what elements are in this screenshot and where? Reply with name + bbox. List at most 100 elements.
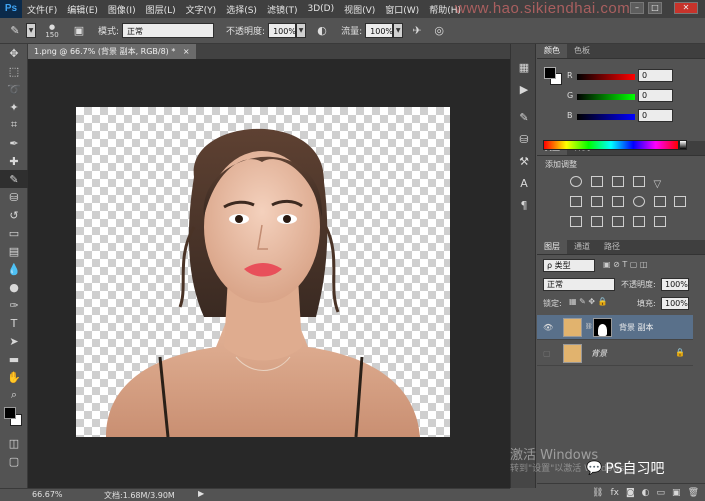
layer-filter-select[interactable]: ρ 类型 [543,259,595,272]
clone-source-icon[interactable]: ⛁ [511,128,537,150]
vibrance-icon[interactable]: ▽ [654,180,666,191]
red-slider[interactable] [577,74,635,80]
blue-slider[interactable] [577,114,635,120]
maximize-button[interactable]: □ [648,2,662,14]
pressure-size-icon[interactable]: ◎ [431,23,447,39]
lasso-tool-icon[interactable]: ➰ [0,80,28,98]
color-balance-icon[interactable] [590,196,603,207]
menu-select[interactable]: 选择(S) [221,3,262,16]
tab-channels[interactable]: 通道 [567,240,597,254]
menu-window[interactable]: 窗口(W) [380,3,424,16]
brush-preset-picker[interactable]: ● 150 [39,23,65,39]
blur-tool-icon[interactable]: 💧 [0,260,28,278]
lock-icons[interactable]: ▦ ✎ ✥ 🔒 [569,297,608,306]
quick-select-tool-icon[interactable]: ✦ [0,98,28,116]
green-value[interactable]: 0 [638,89,673,102]
eyedropper-tool-icon[interactable]: ✒ [0,134,28,152]
quick-mask-icon[interactable]: ◫ [0,434,28,452]
fill-input[interactable]: 100% [661,297,689,310]
tab-swatches[interactable]: 色板 [567,44,597,58]
color-lookup-icon[interactable] [674,196,687,207]
threshold-icon[interactable] [611,216,624,227]
path-select-tool-icon[interactable]: ➤ [0,332,28,350]
move-tool-icon[interactable]: ✥ [0,44,28,62]
opacity-input[interactable]: 100% [268,23,297,38]
opacity-dropdown[interactable]: ▼ [296,23,307,38]
document-canvas[interactable] [76,107,450,437]
layer-opacity-input[interactable]: 100% [661,278,689,291]
hue-saturation-icon[interactable] [570,196,582,207]
actions-panel-icon[interactable]: ▶ [511,78,537,100]
shape-tool-icon[interactable]: ▬ [0,350,28,368]
history-panel-icon[interactable]: ▦ [511,56,537,78]
brush-panel-toggle-icon[interactable]: ▣ [71,23,87,39]
menu-edit[interactable]: 编辑(E) [62,3,103,16]
tool-preset-dropdown[interactable]: ▼ [26,23,36,38]
dodge-tool-icon[interactable]: ● [0,278,28,296]
menu-3d[interactable]: 3D(D) [302,4,339,14]
brush-panel-icon[interactable]: ✎ [511,106,537,128]
pressure-opacity-icon[interactable]: ◐ [314,23,330,39]
layer-style-icon[interactable]: fx [610,488,619,498]
pen-tool-icon[interactable]: ✑ [0,296,28,314]
mode-select[interactable]: 正常 [122,23,215,38]
clone-stamp-tool-icon[interactable]: ⛁ [0,188,28,206]
eye-toggle-empty[interactable]: ▢ [543,349,551,358]
menu-image[interactable]: 图像(I) [103,3,141,16]
color-spectrum[interactable] [543,140,679,150]
tab-color[interactable]: 颜色 [537,44,567,58]
brush-tool-icon[interactable]: ✎ [7,23,23,39]
tab-layers[interactable]: 图层 [537,240,567,254]
document-tab-close[interactable]: × [183,47,190,56]
zoom-level[interactable]: 66.67% [32,490,63,499]
color-swatches[interactable] [0,404,27,434]
link-layers-icon[interactable]: ⛓ [592,488,603,498]
zoom-tool-icon[interactable]: ⌕ [0,386,28,404]
menu-view[interactable]: 视图(V) [339,3,380,16]
chain-icon[interactable]: ⛓ [585,323,593,330]
airbrush-icon[interactable]: ✈ [409,23,425,39]
red-value[interactable]: 0 [638,69,673,82]
crop-tool-icon[interactable]: ⌗ [0,116,28,134]
canvas-area[interactable] [28,59,510,488]
layer-mask-thumbnail[interactable] [593,318,612,337]
flow-dropdown[interactable]: ▼ [393,23,404,38]
layer-row-bg-copy[interactable]: 👁 ⛓ 背景 副本 [537,315,693,340]
marquee-tool-icon[interactable]: ⬚ [0,62,28,80]
healing-brush-tool-icon[interactable]: ✚ [0,152,28,170]
character-panel-icon[interactable]: A [511,172,537,194]
flow-input[interactable]: 100% [365,23,394,38]
photo-filter-icon[interactable] [632,196,645,207]
menu-filter[interactable]: 滤镜(T) [262,3,303,16]
curves-icon[interactable] [611,176,624,187]
menu-layer[interactable]: 图层(L) [141,3,181,16]
delete-layer-icon[interactable]: 🗑 [688,488,699,498]
brightness-icon[interactable] [570,176,582,187]
menu-type[interactable]: 文字(Y) [181,3,222,16]
new-layer-icon[interactable]: ▣ [672,488,681,498]
green-slider[interactable] [577,94,635,100]
gradient-map-icon[interactable] [653,216,666,227]
invert-icon[interactable] [570,216,582,227]
adjustment-layer-icon[interactable]: ◐ [642,488,650,498]
hand-tool-icon[interactable]: ✋ [0,368,28,386]
black-white-ramp[interactable] [679,140,687,150]
new-group-icon[interactable]: ▭ [657,488,666,498]
add-mask-icon[interactable]: ◙ [626,488,635,498]
selective-color-icon[interactable] [632,216,645,227]
status-menu-arrow[interactable]: ▶ [198,489,204,498]
brush-tool-icon[interactable]: ✎ [0,170,28,188]
menu-file[interactable]: 文件(F) [22,3,62,16]
close-button[interactable]: ✕ [674,2,698,14]
levels-icon[interactable] [590,176,603,187]
gradient-tool-icon[interactable]: ▤ [0,242,28,260]
channel-mixer-icon[interactable] [653,196,666,207]
foreground-color-swatch[interactable] [4,407,16,419]
blend-mode-select[interactable]: 正常 [543,278,615,291]
layer-filter-icons[interactable]: ▣ ⊘ T ▢ ◫ [603,260,647,269]
history-brush-tool-icon[interactable]: ↺ [0,206,28,224]
type-tool-icon[interactable]: T [0,314,28,332]
tool-presets-icon[interactable]: ⚒ [511,150,537,172]
eraser-tool-icon[interactable]: ▭ [0,224,28,242]
minimize-button[interactable]: – [630,2,644,14]
